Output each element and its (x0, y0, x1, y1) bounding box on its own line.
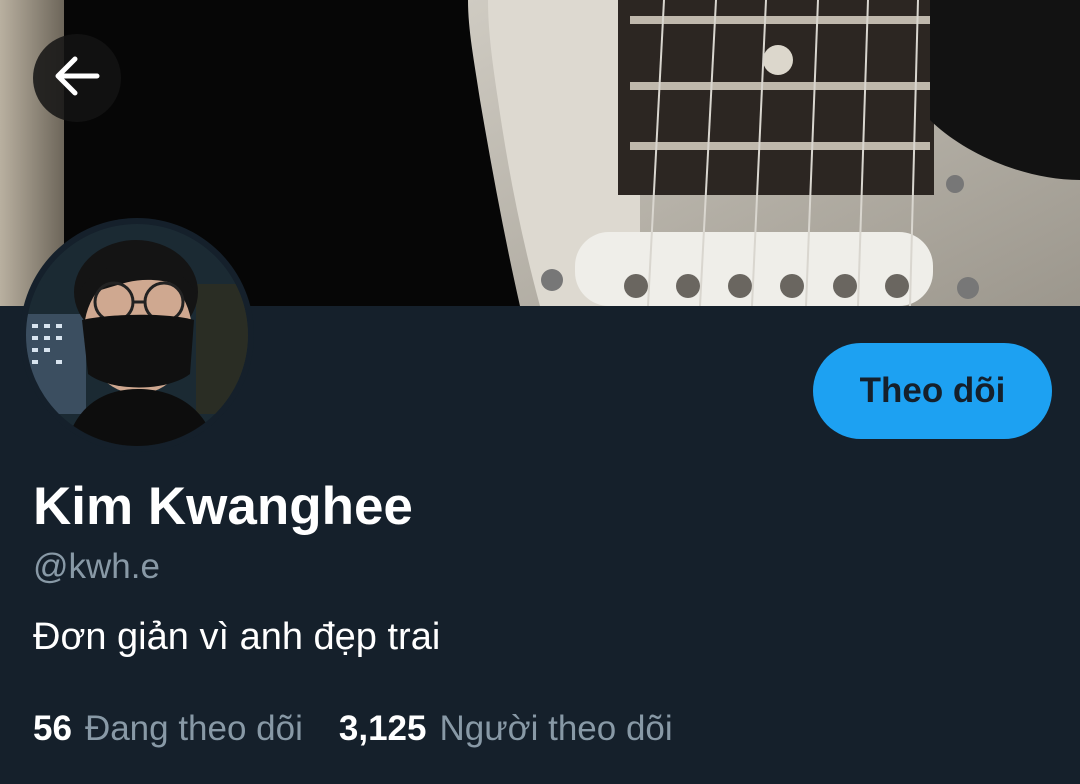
follow-button[interactable]: Theo dõi (813, 343, 1052, 439)
profile-handle: @kwh.e (33, 547, 160, 586)
avatar[interactable] (26, 224, 248, 446)
profile-stats: 56 Đang theo dõi 3,125 Người theo dõi (33, 706, 673, 752)
following-link[interactable]: 56 Đang theo dõi (33, 707, 303, 751)
profile-bio: Đơn giản vì anh đẹp trai (33, 616, 441, 658)
followers-label: Người theo dõi (439, 709, 673, 748)
arrow-left-icon (54, 56, 100, 101)
avatar-photo (26, 224, 248, 446)
followers-count: 3,125 (338, 709, 427, 748)
following-label: Đang theo dõi (84, 709, 303, 748)
profile-name: Kim Kwanghee (33, 477, 413, 536)
followers-link[interactable]: 3,125 Người theo dõi (339, 707, 673, 751)
following-count: 56 (33, 709, 72, 748)
back-button[interactable] (33, 34, 121, 122)
